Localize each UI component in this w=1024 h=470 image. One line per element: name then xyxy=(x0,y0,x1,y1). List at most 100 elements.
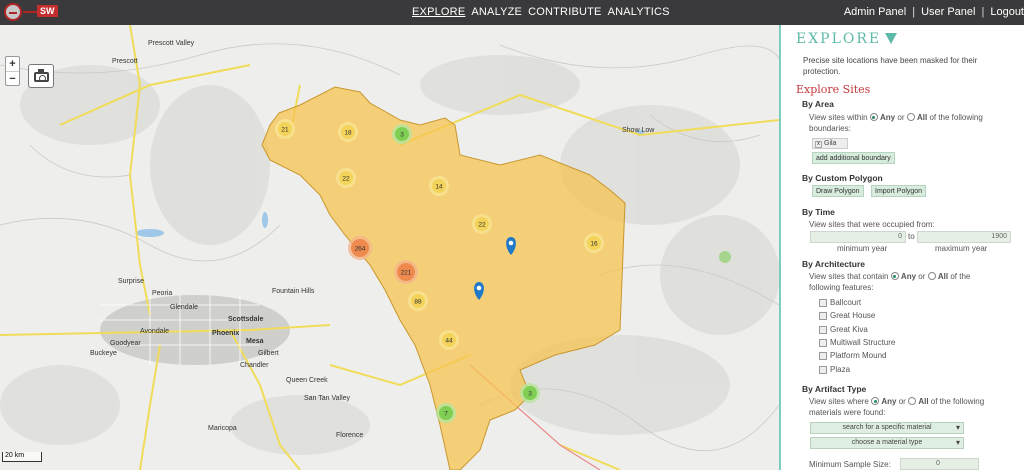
map-scale: 20 km xyxy=(2,452,42,462)
feature-label: Great Kiva xyxy=(830,324,868,334)
logo-text: SW xyxy=(37,5,58,17)
place-label: Surprise xyxy=(118,278,144,285)
feature-checkbox[interactable] xyxy=(819,352,827,361)
zoom-out-button[interactable]: − xyxy=(6,71,19,85)
cluster-marker[interactable]: 44 xyxy=(439,330,459,350)
top-bar: SW EXPLORE ANALYZE CONTRIBUTE ANALYTICS … xyxy=(0,0,1024,25)
cluster-marker[interactable]: 264 xyxy=(348,236,372,260)
arch-all-radio[interactable] xyxy=(927,272,936,280)
cluster-count: 22 xyxy=(342,176,350,183)
max-year-input[interactable]: 1900 xyxy=(917,231,1011,243)
by-custom-polygon-heading: By Custom Polygon xyxy=(802,173,883,183)
app-logo[interactable]: SW xyxy=(2,2,62,22)
feature-checkbox[interactable] xyxy=(819,338,827,347)
material-search-select[interactable]: search for a specific material xyxy=(810,422,964,434)
feature-label: Plaza xyxy=(830,364,851,374)
place-label: Fountain Hills xyxy=(272,288,315,295)
cluster-marker[interactable]: 16 xyxy=(584,233,604,253)
cluster-marker[interactable]: 22 xyxy=(472,214,492,234)
cluster-marker[interactable]: 18 xyxy=(338,122,358,142)
place-label: Buckeye xyxy=(90,350,117,357)
place-label: Mesa xyxy=(246,338,264,345)
by-area-heading: By Area xyxy=(802,99,834,109)
user-nav: Admin Panel | User Panel | Logout xyxy=(843,6,1024,18)
map-canvas[interactable]: Prescott Valley Prescott Surprise Peoria Gle… xyxy=(0,25,779,470)
cluster-count: 7 xyxy=(444,411,448,418)
cluster-count: 221 xyxy=(401,270,412,277)
feature-checkbox[interactable] xyxy=(819,312,827,321)
cluster-marker[interactable]: 3 xyxy=(392,124,412,144)
max-year-label: maximum year xyxy=(935,244,988,253)
feature-checkbox[interactable] xyxy=(819,325,827,334)
min-sample-input[interactable]: 0 xyxy=(900,458,979,470)
feature-checkbox[interactable] xyxy=(819,365,827,374)
import-polygon-button[interactable]: Import Polygon xyxy=(871,185,927,197)
architecture-filter-text: View sites that contain Any or All of th… xyxy=(809,272,971,292)
place-label: Prescott xyxy=(112,58,138,65)
main-nav: EXPLORE ANALYZE CONTRIBUTE ANALYTICS xyxy=(412,6,670,18)
feature-label: Ballcourt xyxy=(830,298,862,307)
cluster-marker[interactable]: 14 xyxy=(429,176,449,196)
nav-explore[interactable]: EXPLORE xyxy=(412,6,465,18)
cluster-marker[interactable]: 21 xyxy=(275,119,295,139)
place-label: Prescott Valley xyxy=(148,40,195,47)
place-label: Avondale xyxy=(140,328,169,335)
camera-icon[interactable] xyxy=(28,64,54,88)
draw-polygon-button[interactable]: Draw Polygon xyxy=(812,185,864,197)
remove-tag-icon[interactable]: x xyxy=(815,141,822,148)
admin-panel-link[interactable]: Admin Panel xyxy=(844,6,906,18)
by-architecture-heading: By Architecture xyxy=(802,259,865,269)
logout-link[interactable]: Logout xyxy=(990,6,1024,18)
map-view[interactable]: Prescott Valley Prescott Surprise Peoria Gle… xyxy=(0,25,779,470)
area-all-radio[interactable] xyxy=(906,113,915,121)
min-year-label: minimum year xyxy=(837,244,888,253)
min-year-input[interactable]: 0 xyxy=(810,231,906,243)
area-any-radio[interactable] xyxy=(869,113,878,121)
place-label: Show Low xyxy=(622,127,655,134)
nav-analytics[interactable]: ANALYTICS xyxy=(608,6,670,18)
user-panel-link[interactable]: User Panel xyxy=(921,6,975,18)
cluster-marker[interactable]: 3 xyxy=(520,383,540,403)
zoom-control: + − xyxy=(5,56,20,86)
feature-label: Platform Mound xyxy=(830,351,887,361)
cluster-marker[interactable]: 22 xyxy=(336,168,356,188)
place-label: San Tan Valley xyxy=(304,395,351,402)
boundary-tag: x Gila xyxy=(812,138,848,149)
cluster-marker[interactable]: 221 xyxy=(394,260,418,284)
cluster-count: 3 xyxy=(400,132,404,139)
panel-heading[interactable]: EXPLORE xyxy=(796,31,898,47)
arch-any-radio[interactable] xyxy=(890,272,899,280)
cluster-marker[interactable]: 88 xyxy=(408,291,428,311)
cluster-count: 44 xyxy=(445,338,453,345)
panel-subtitle: Precise site locations have been masked … xyxy=(803,56,978,76)
area-filter-text: View sites within Any or All of the foll… xyxy=(809,113,983,133)
cluster-marker[interactable]: 7 xyxy=(436,403,456,423)
by-time-heading: By Time xyxy=(802,207,835,217)
by-artifact-type-heading: By Artifact Type xyxy=(802,384,867,394)
place-label: Maricopa xyxy=(208,425,237,432)
artifact-any-radio[interactable] xyxy=(871,397,880,405)
cluster-count: 88 xyxy=(414,299,422,306)
collapse-triangle-icon[interactable] xyxy=(885,33,898,44)
zoom-in-button[interactable]: + xyxy=(6,57,19,71)
nav-contribute[interactable]: CONTRIBUTE xyxy=(528,6,602,18)
material-type-select[interactable]: choose a material type xyxy=(810,437,964,449)
feature-label: Great House xyxy=(830,311,876,321)
artifact-filter-text: View sites where Any or All of the follo… xyxy=(809,397,985,417)
feature-label: Multiwall Structure xyxy=(830,337,896,347)
place-label: Goodyear xyxy=(110,340,141,347)
place-label: Chandler xyxy=(240,362,269,369)
add-boundary-button[interactable]: add additional boundary xyxy=(812,152,895,164)
feature-checkbox[interactable] xyxy=(819,299,827,307)
place-label: Queen Creek xyxy=(286,377,328,384)
place-label: Gilbert xyxy=(258,350,279,357)
cluster-count: 3 xyxy=(528,391,532,398)
artifact-all-radio[interactable] xyxy=(908,397,917,405)
place-label: Glendale xyxy=(170,304,198,311)
min-sample-label: Minimum Sample Size: xyxy=(809,460,891,469)
time-filter-text: View sites that were occupied from: xyxy=(809,220,935,229)
place-label: Scottsdale xyxy=(228,316,264,323)
cluster-count: 22 xyxy=(478,222,486,229)
nav-analyze[interactable]: ANALYZE xyxy=(471,6,522,18)
explore-panel: EXPLORE Precise site locations have been… xyxy=(779,25,1024,470)
